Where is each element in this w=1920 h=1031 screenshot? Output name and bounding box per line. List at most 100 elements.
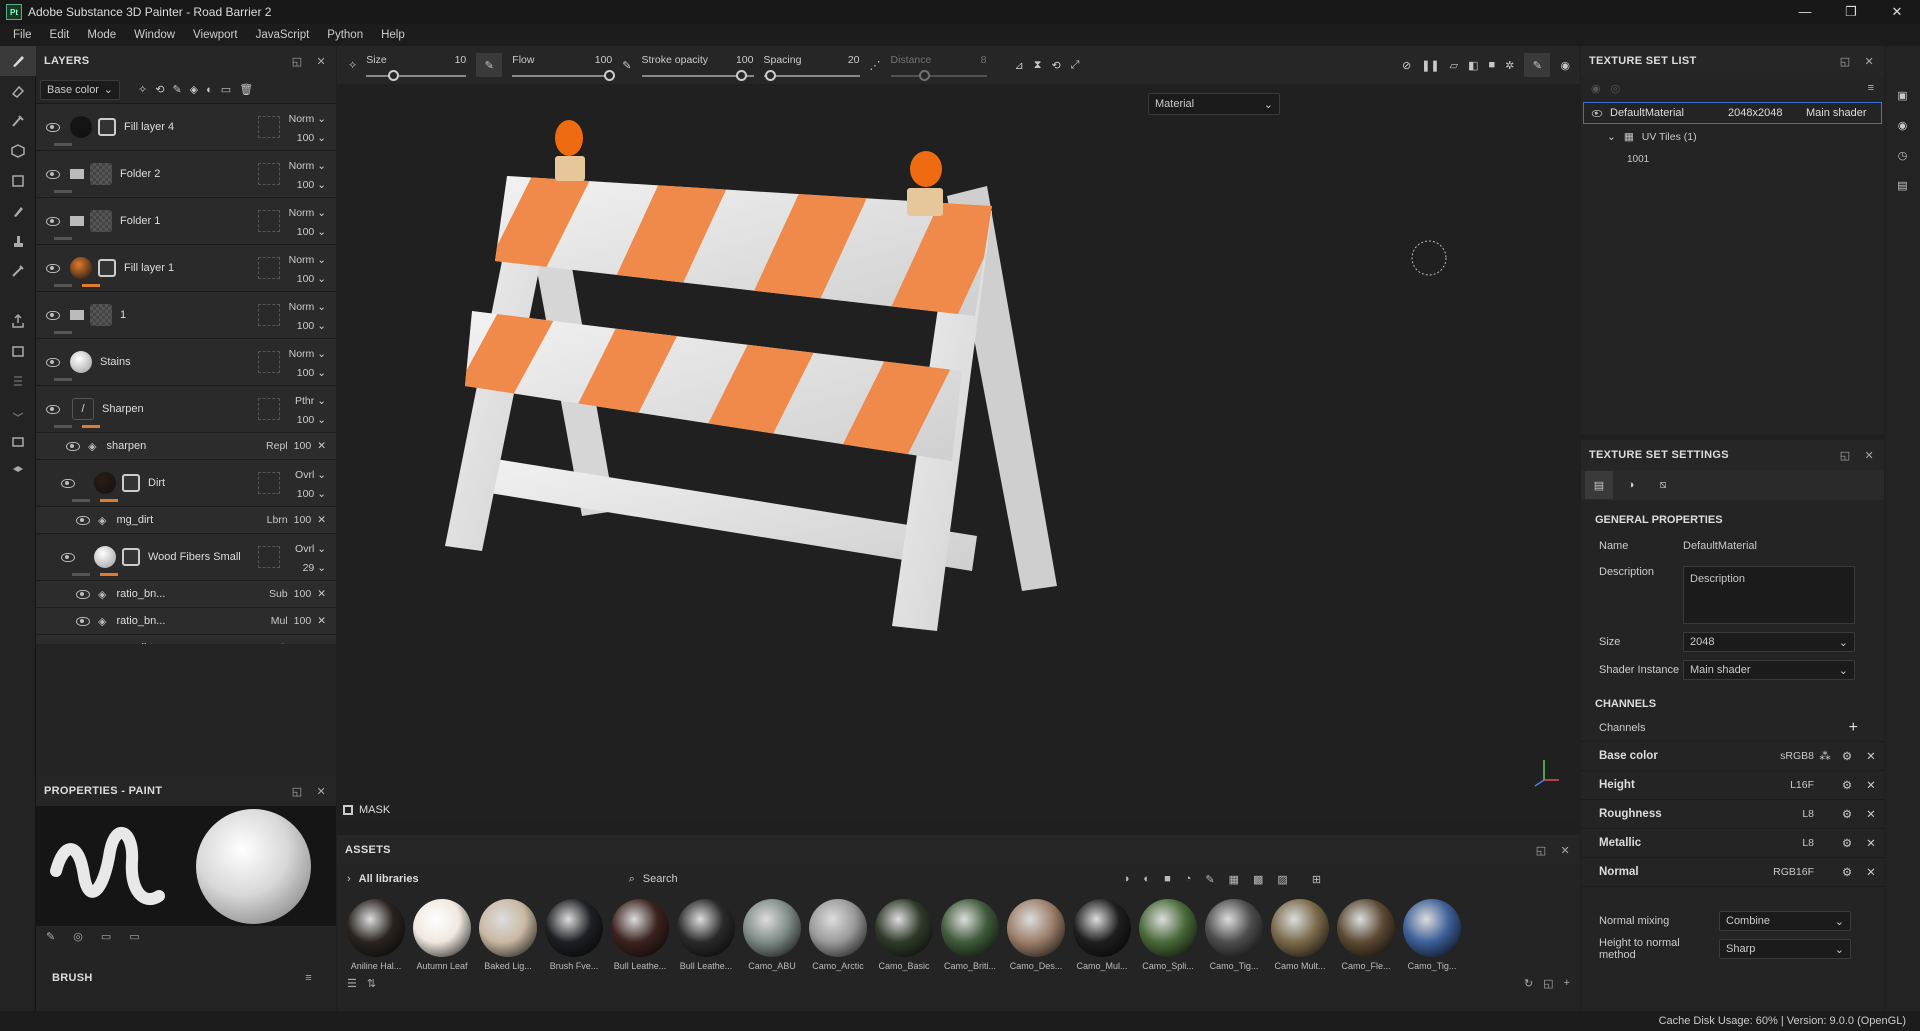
solo-icon[interactable]: ◎	[1611, 82, 1621, 95]
gear-icon[interactable]: ⚙	[1836, 807, 1858, 821]
float-icon[interactable]: ◱	[1536, 844, 1547, 857]
list-view-icon[interactable]: ☰	[347, 977, 357, 990]
layer-row[interactable]: / Sharpen Pthr ⌄ 100 ⌄	[36, 386, 336, 433]
material-icon[interactable]: ◎	[73, 930, 83, 943]
float-icon[interactable]: ◱	[292, 785, 303, 798]
effect-row[interactable]: ◈ sharpen Repl 100 ✕	[36, 433, 336, 460]
close-icon[interactable]: ✕	[1858, 807, 1884, 821]
eye-icon[interactable]	[76, 616, 90, 626]
asset-thumbnail[interactable]	[1205, 899, 1263, 957]
layer-opacity[interactable]: 100	[297, 179, 315, 191]
add-icon[interactable]: +	[1564, 977, 1570, 989]
asset-thumbnail[interactable]	[611, 899, 669, 957]
pen-pressure-flow-icon[interactable]: ✎	[622, 59, 631, 72]
filter-masks-icon[interactable]: ■	[1164, 873, 1171, 886]
filter-textures-icon[interactable]: ▦	[1229, 873, 1239, 886]
projection-tool[interactable]	[0, 106, 36, 136]
flow-slider[interactable]: Flow 100	[512, 54, 616, 81]
layer-opacity[interactable]: 100	[297, 273, 315, 285]
normal-mixing-select[interactable]: Combine ⌄	[1719, 911, 1851, 931]
eye-icon[interactable]	[61, 478, 75, 488]
texture-set-row[interactable]: DefaultMaterial 2048x2048 Main shader	[1583, 102, 1882, 124]
menu-icon[interactable]: ≡	[305, 972, 312, 984]
view-3d-icon[interactable]: ◧	[1468, 59, 1478, 72]
uv-tiles-row[interactable]: ⌄ ▦ UV Tiles (1)	[1581, 126, 1884, 148]
brush-icon[interactable]: ✎	[46, 930, 55, 943]
channel-row[interactable]: Roughness L8 ⚙ ✕	[1581, 800, 1884, 829]
menu-edit[interactable]: Edit	[41, 29, 79, 41]
close-icon[interactable]: ✕	[317, 588, 326, 600]
eye-icon[interactable]	[46, 310, 60, 320]
effect-blend-mode[interactable]: Mul	[271, 615, 288, 627]
effect-blend-mode[interactable]: Repl	[266, 440, 288, 452]
gear-icon[interactable]: ⚙	[1836, 865, 1858, 879]
eye-icon[interactable]	[66, 441, 80, 451]
filter-generators-icon[interactable]: ◔	[1185, 873, 1192, 886]
filter-materials-icon[interactable]: ◑	[1123, 873, 1130, 886]
asset-thumbnail[interactable]	[1139, 899, 1197, 957]
channel-row[interactable]: Normal RGB16F ⚙ ✕	[1581, 858, 1884, 887]
image-icon[interactable]: ▭	[129, 930, 139, 943]
effect-row[interactable]: ◈ ratio_bn... Sub 100 ✕	[36, 581, 336, 608]
layer-row[interactable]: Fill layer 4 Norm ⌄ 100 ⌄	[36, 104, 336, 151]
bake-tool[interactable]	[0, 336, 36, 366]
sort-icon[interactable]: ⇅	[367, 977, 376, 990]
layer-mask-slot[interactable]	[258, 163, 280, 185]
layer-mask-thumbnail[interactable]	[122, 474, 140, 492]
close-icon[interactable]: ✕	[316, 785, 326, 798]
eye-icon[interactable]	[46, 216, 60, 226]
effect-opacity[interactable]: 100	[294, 588, 312, 600]
channel-row[interactable]: Height L16F ⚙ ✕	[1581, 771, 1884, 800]
effect-row[interactable]: ◈ ratio_bn... Mul 100 ✕	[36, 608, 336, 635]
float-icon[interactable]: ◱	[1840, 55, 1851, 68]
camera-icon[interactable]: ■	[1489, 59, 1496, 71]
paint-brush-tool[interactable]	[0, 46, 36, 76]
polygon-fill-tool[interactable]	[0, 166, 36, 196]
display-settings-icon[interactable]: ▣	[1885, 80, 1920, 110]
asset-thumbnail[interactable]	[1007, 899, 1065, 957]
transform-icon[interactable]: ⤢	[1071, 59, 1080, 72]
eye-icon[interactable]	[46, 404, 60, 414]
tab-general-icon[interactable]: ▤	[1585, 471, 1613, 499]
layer-opacity[interactable]: 100	[297, 488, 315, 500]
gear-icon[interactable]: ⚙	[1836, 749, 1858, 763]
asset-search-input[interactable]: Search	[643, 873, 1113, 885]
effect-row[interactable]: ◈ mg_dirt Lbrn 100 ✕	[36, 507, 336, 534]
layer-mask-slot[interactable]	[258, 546, 280, 568]
asset-thumbnail[interactable]	[1271, 899, 1329, 957]
pause-icon[interactable]: ❚❚	[1421, 59, 1439, 72]
menu-viewport[interactable]: Viewport	[184, 29, 247, 41]
new-window-icon[interactable]: ◱	[1543, 977, 1553, 990]
alignment-icon[interactable]: ⊿	[1015, 59, 1024, 72]
layer-row[interactable]: Dirt Ovrl ⌄ 100 ⌄	[36, 460, 336, 507]
layer-mask-slot[interactable]	[258, 398, 280, 420]
effect-row[interactable]: ◈ mg_dirt Sub 100 ✕	[36, 635, 336, 644]
asset-thumbnail[interactable]	[743, 899, 801, 957]
add-material-icon[interactable]: ◐	[206, 84, 213, 96]
lazy-mouse-icon[interactable]: ⋰	[870, 59, 881, 72]
close-icon[interactable]: ✕	[1858, 778, 1884, 792]
stroke-opacity-slider-knob[interactable]	[735, 69, 747, 81]
color-space-icon[interactable]: ⁂	[1814, 749, 1836, 763]
eraser-tool[interactable]	[0, 76, 36, 106]
paint-mode-icon[interactable]: ✎	[1524, 53, 1551, 77]
channel-format[interactable]: sRGB8	[1762, 750, 1814, 762]
visibility-icon[interactable]: ◉	[1591, 82, 1601, 95]
size-slider[interactable]: Size 10	[366, 54, 467, 81]
eye-icon[interactable]	[46, 357, 60, 367]
grid-view-icon[interactable]: ⊞	[1312, 873, 1321, 886]
log-icon[interactable]: ▤	[1885, 170, 1920, 200]
effect-blend-mode[interactable]: Lbrn	[267, 514, 288, 526]
minimize-button[interactable]: —	[1782, 4, 1828, 20]
eye-icon[interactable]	[61, 552, 75, 562]
tool-slot-12[interactable]	[0, 396, 36, 426]
channel-row[interactable]: Base color sRGB8 ⁂ ⚙ ✕	[1581, 742, 1884, 771]
gear-icon[interactable]: ⚙	[1836, 836, 1858, 850]
filter-environments-icon[interactable]: ▨	[1277, 873, 1287, 886]
effect-blend-mode[interactable]: Sub	[269, 588, 288, 600]
channel-select[interactable]: Base color ⌄	[40, 79, 120, 100]
blend-mode[interactable]: Ovrl	[295, 543, 314, 555]
eye-icon[interactable]	[46, 169, 60, 179]
filter-brushes-icon[interactable]: ✎	[1205, 873, 1214, 886]
layer-row[interactable]: Folder 2 Norm ⌄ 100 ⌄	[36, 151, 336, 198]
